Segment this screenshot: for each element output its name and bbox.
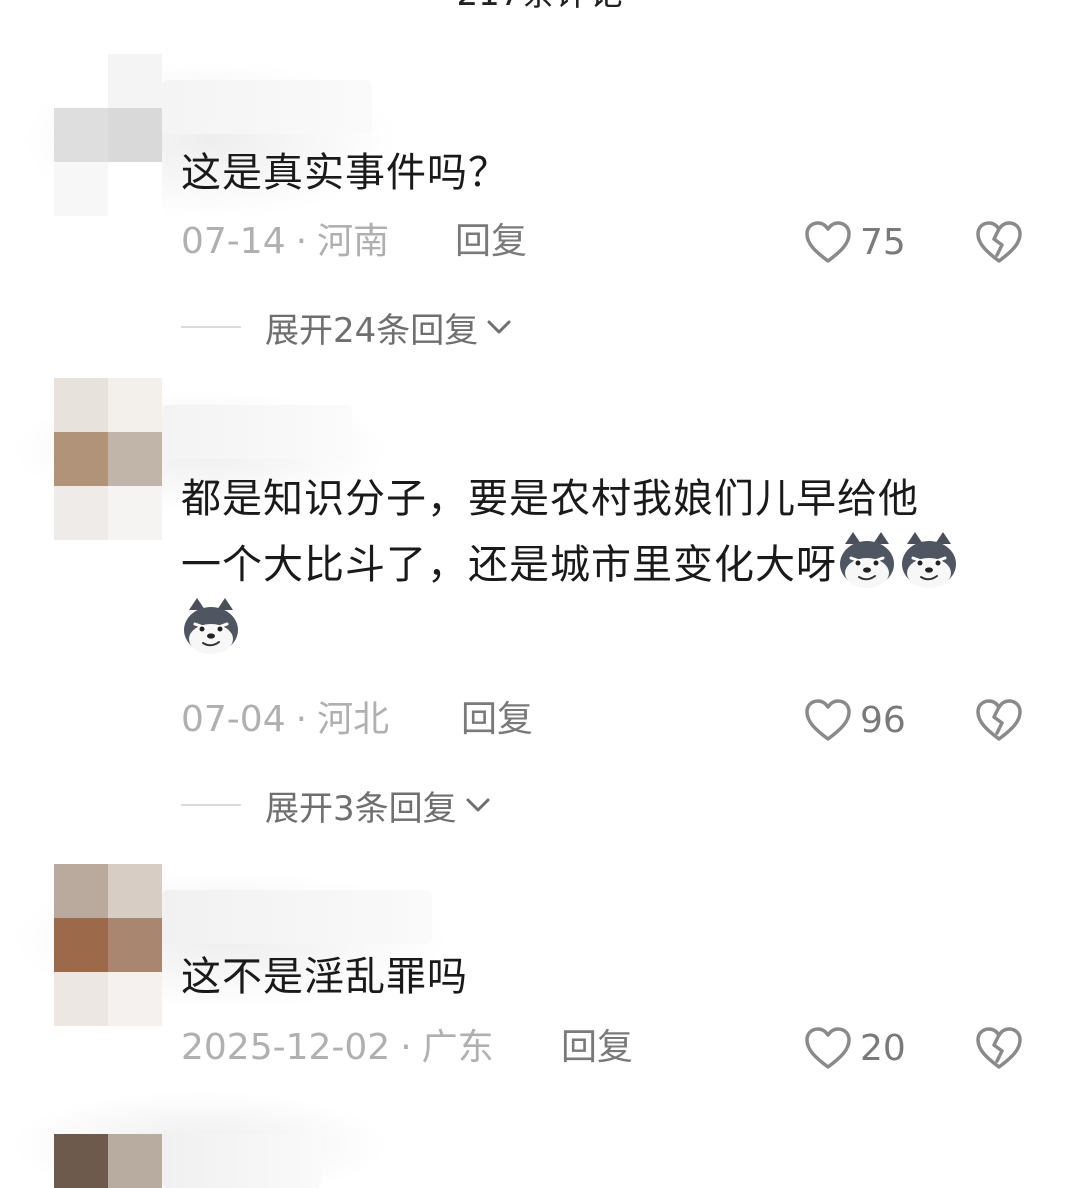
avatar-tile [108, 162, 162, 216]
like-count: 75 [860, 221, 906, 263]
avatar-tile [54, 378, 108, 432]
reply-button[interactable]: 回复 [455, 218, 527, 266]
like-button[interactable]: 20 [804, 1022, 906, 1074]
avatar[interactable] [54, 1134, 162, 1188]
meta-separator: · [400, 1027, 412, 1068]
like-count: 20 [860, 1027, 906, 1069]
avatar-tile [108, 1134, 162, 1188]
like-button[interactable]: 75 [804, 216, 906, 268]
comment-text: 这不是淫乱罪吗 [181, 954, 468, 1000]
avatar-tile [54, 972, 108, 1026]
username-blurred[interactable] [162, 80, 372, 134]
avatar-tile [108, 108, 162, 162]
avatar[interactable] [54, 378, 162, 540]
like-button[interactable]: 96 [804, 694, 906, 746]
wolf-smirk-emoji [840, 532, 894, 588]
avatar-tile [108, 486, 162, 540]
heart-icon [805, 221, 851, 263]
comments-page: 217条评论 这是真实事件吗？ 07-14·河南 回复 75 [0, 0, 1080, 1188]
comment-text: 都是知识分子，要是农村我娘们儿早给他 一个大比斗了，还是城市里变化大呀 [181, 468, 1041, 662]
broken-heart-icon[interactable] [975, 1026, 1023, 1070]
wolf-smirk-emoji [184, 598, 238, 654]
comment-text-line: 都是知识分子，要是农村我娘们儿早给他 [181, 476, 919, 522]
expand-divider [181, 326, 241, 328]
comment-count-title: 217条评论 [0, 0, 1080, 12]
expand-replies-label: 展开3条回复 [265, 788, 457, 829]
like-count: 96 [860, 699, 906, 741]
comment-meta: 07-14 · 河南 [181, 218, 389, 266]
expand-divider [181, 804, 241, 806]
avatar-tile [108, 864, 162, 918]
avatar-tile [54, 108, 108, 162]
avatar-tile [108, 972, 162, 1026]
expand-replies-button[interactable]: 展开3条回复 [181, 781, 493, 829]
avatar-tile [54, 486, 108, 540]
comment-text-line [181, 596, 1041, 662]
avatar-tile [108, 918, 162, 972]
wolf-smirk-emoji [902, 532, 956, 588]
reply-button[interactable]: 回复 [461, 696, 533, 744]
comment-region: 河北 [317, 699, 390, 740]
reply-button[interactable]: 回复 [561, 1024, 633, 1072]
comment-region: 河南 [317, 221, 390, 262]
chevron-down-icon [487, 320, 511, 334]
avatar-tile [54, 54, 108, 108]
heart-icon [805, 1027, 851, 1069]
comment-text-line: 一个大比斗了，还是城市里变化大呀 [181, 530, 1041, 596]
comment-date: 07-04 [181, 699, 286, 740]
heart-icon [805, 699, 851, 741]
comment-meta: 07-04 · 河北 [181, 696, 389, 744]
broken-heart-icon[interactable] [975, 220, 1023, 264]
avatar-tile [54, 432, 108, 486]
comment-date: 2025-12-02 [181, 1027, 391, 1068]
avatar-tile [54, 1134, 108, 1188]
avatar[interactable] [54, 54, 162, 216]
avatar-tile [54, 864, 108, 918]
username-blurred[interactable] [162, 1134, 322, 1188]
comment-meta: 2025-12-02 · 广东 [181, 1024, 494, 1072]
comment-text-segment: 一个大比斗了，还是城市里变化大呀 [181, 542, 837, 588]
avatar-tile [108, 378, 162, 432]
avatar[interactable] [54, 864, 162, 1026]
avatar-tile [54, 162, 108, 216]
avatar-tile [108, 54, 162, 108]
chevron-down-icon [466, 798, 490, 812]
expand-replies-button[interactable]: 展开24条回复 [181, 303, 514, 351]
username-blurred[interactable] [162, 890, 432, 944]
broken-heart-icon[interactable] [975, 698, 1023, 742]
username-blurred[interactable] [162, 405, 352, 459]
avatar-tile [54, 918, 108, 972]
comment-region: 广东 [421, 1027, 494, 1068]
meta-separator: · [295, 221, 308, 262]
meta-separator: · [295, 699, 308, 740]
comment-date: 07-14 [181, 221, 286, 262]
expand-replies-label: 展开24条回复 [265, 310, 479, 351]
avatar-tile [108, 432, 162, 486]
comment-text: 这是真实事件吗？ [181, 150, 509, 196]
